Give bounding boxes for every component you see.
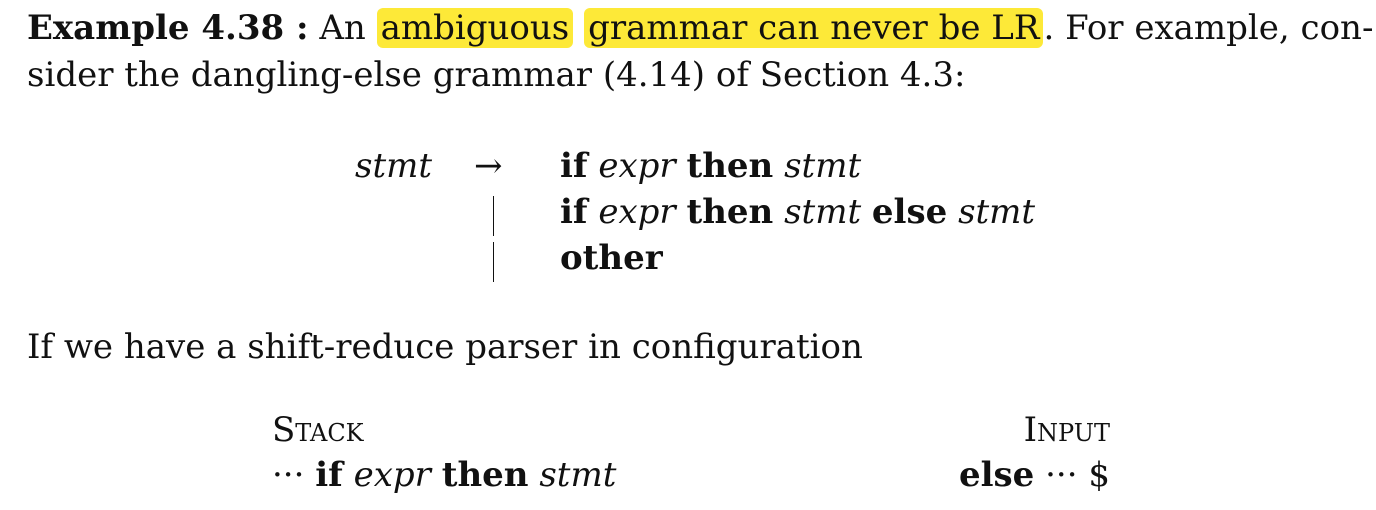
highlight-grammar-never-lr[interactable]: grammar can never be LR <box>584 8 1044 48</box>
input-header: Input <box>1023 410 1110 450</box>
input-contents: else ··· $ <box>959 455 1110 495</box>
keyword-then: then <box>686 192 774 232</box>
keyword-if: if <box>315 455 343 495</box>
alternative-bar <box>493 242 494 282</box>
example-line-2: sider the dangling-else grammar (4.14) o… <box>27 55 966 95</box>
keyword-else: else <box>871 192 948 232</box>
example-line-1: Example 4.38 : An ambiguous grammar can … <box>27 8 1373 48</box>
nonterminal-expr: expr <box>353 455 431 495</box>
text-segment: . For example, con- <box>1043 8 1374 48</box>
keyword-then: then <box>686 146 774 186</box>
nonterminal-stmt: stmt <box>539 455 617 495</box>
grammar-arrow: → <box>474 146 503 186</box>
keyword-if: if <box>560 192 588 232</box>
ellipsis: ··· <box>272 455 305 495</box>
stack-contents: ··· if expr then stmt <box>272 455 616 495</box>
stack-header: Stack <box>272 410 364 450</box>
example-label: Example 4.38 : <box>27 8 309 48</box>
nonterminal-expr: expr <box>598 192 676 232</box>
grammar-production-1: if expr then stmt <box>560 146 861 186</box>
nonterminal-expr: expr <box>598 146 676 186</box>
keyword-if: if <box>560 146 588 186</box>
keyword-else: else <box>958 455 1035 495</box>
grammar-production-3: other <box>560 238 663 278</box>
highlight-ambiguous[interactable]: ambiguous <box>376 8 574 48</box>
grammar-lhs: stmt <box>355 146 433 186</box>
keyword-then: then <box>441 455 529 495</box>
nonterminal-stmt: stmt <box>784 192 862 232</box>
nonterminal-stmt: stmt <box>958 192 1036 232</box>
input-rest: ··· $ <box>1045 455 1110 495</box>
paragraph-configuration: If we have a shift-reduce parser in conf… <box>27 327 863 367</box>
text-segment: An <box>308 8 377 48</box>
nonterminal-stmt: stmt <box>784 146 862 186</box>
alternative-bar <box>493 196 494 236</box>
grammar-production-2: if expr then stmt else stmt <box>560 192 1035 232</box>
